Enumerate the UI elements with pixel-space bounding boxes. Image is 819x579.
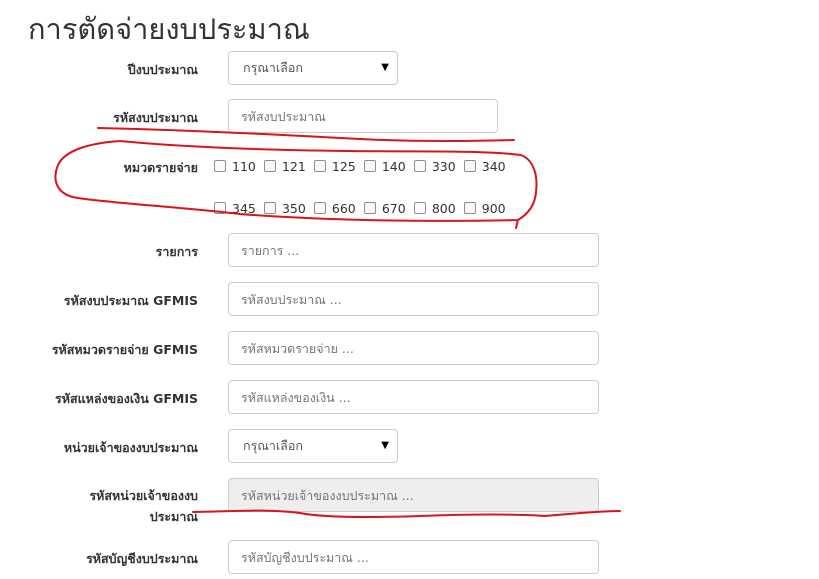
- item-label: รายการ: [155, 244, 198, 259]
- checkbox-box[interactable]: [413, 160, 426, 172]
- checkbox-box[interactable]: [313, 160, 326, 172]
- checkbox-box[interactable]: [263, 160, 276, 172]
- budget-account-code-input[interactable]: [228, 540, 599, 574]
- fiscal-year-value: กรุณาเลือก: [243, 60, 303, 75]
- expense-category-gfmis-input[interactable]: [228, 331, 599, 365]
- checkbox-box[interactable]: [363, 202, 376, 214]
- category-checkbox[interactable]: 660: [313, 201, 356, 216]
- page-title: การตัดจ่ายงบประมาณ: [28, 12, 310, 46]
- checkbox-box[interactable]: [413, 202, 426, 214]
- budget-owner-value: กรุณาเลือก: [243, 438, 303, 453]
- budget-owner-label: หน่วยเจ้าของงบประมาณ: [63, 440, 198, 455]
- category-checkbox[interactable]: 110: [214, 159, 256, 174]
- checkbox-box[interactable]: [463, 202, 476, 214]
- budget-account-code-label: รหัสบัญชีงบประมาณ: [86, 551, 198, 566]
- expense-category-label: หมวดรายจ่าย: [123, 160, 198, 175]
- category-checkbox[interactable]: 800: [413, 201, 456, 216]
- fund-source-gfmis-input[interactable]: [228, 380, 599, 414]
- checkbox-box[interactable]: [263, 202, 276, 214]
- expense-category-gfmis-label: รหัสหมวดรายจ่าย GFMIS: [51, 342, 198, 357]
- budget-code-input[interactable]: [228, 99, 498, 133]
- fund-source-gfmis-label: รหัสแหล่งของเงิน GFMIS: [55, 391, 198, 406]
- checkbox-box[interactable]: [313, 202, 326, 214]
- budget-code-gfmis-label: รหัสงบประมาณ GFMIS: [63, 293, 198, 308]
- fiscal-year-label: ปีงบประมาณ: [127, 62, 198, 77]
- checkbox-box[interactable]: [214, 202, 226, 214]
- category-checkbox[interactable]: 345: [214, 201, 256, 216]
- category-checkbox[interactable]: 340: [463, 159, 506, 174]
- item-input[interactable]: [228, 233, 599, 267]
- category-checkbox[interactable]: 670: [363, 201, 406, 216]
- dropdown-caret-icon: ▼: [381, 62, 389, 73]
- checkbox-box[interactable]: [363, 160, 376, 172]
- expense-category-row-1: 110 121 125 140 330 340: [214, 157, 509, 175]
- fiscal-year-select[interactable]: กรุณาเลือก ▼: [228, 51, 398, 85]
- category-checkbox[interactable]: 121: [263, 159, 306, 174]
- budget-owner-code-label: รหัสหน่วยเจ้าของงบประมาณ: [89, 488, 198, 524]
- budget-code-label: รหัสงบประมาณ: [113, 110, 198, 125]
- category-checkbox[interactable]: 350: [263, 201, 306, 216]
- category-checkbox[interactable]: 140: [363, 159, 406, 174]
- budget-owner-code-input: [228, 478, 599, 512]
- expense-category-row-2: 345 350 660 670 800 900: [214, 199, 509, 217]
- category-checkbox[interactable]: 125: [313, 159, 356, 174]
- budget-owner-select[interactable]: กรุณาเลือก ▼: [228, 429, 398, 463]
- dropdown-caret-icon: ▼: [381, 440, 389, 451]
- category-checkbox[interactable]: 900: [463, 201, 506, 216]
- category-checkbox[interactable]: 330: [413, 159, 456, 174]
- checkbox-box[interactable]: [463, 160, 476, 172]
- budget-code-gfmis-input[interactable]: [228, 282, 599, 316]
- checkbox-box[interactable]: [214, 160, 226, 172]
